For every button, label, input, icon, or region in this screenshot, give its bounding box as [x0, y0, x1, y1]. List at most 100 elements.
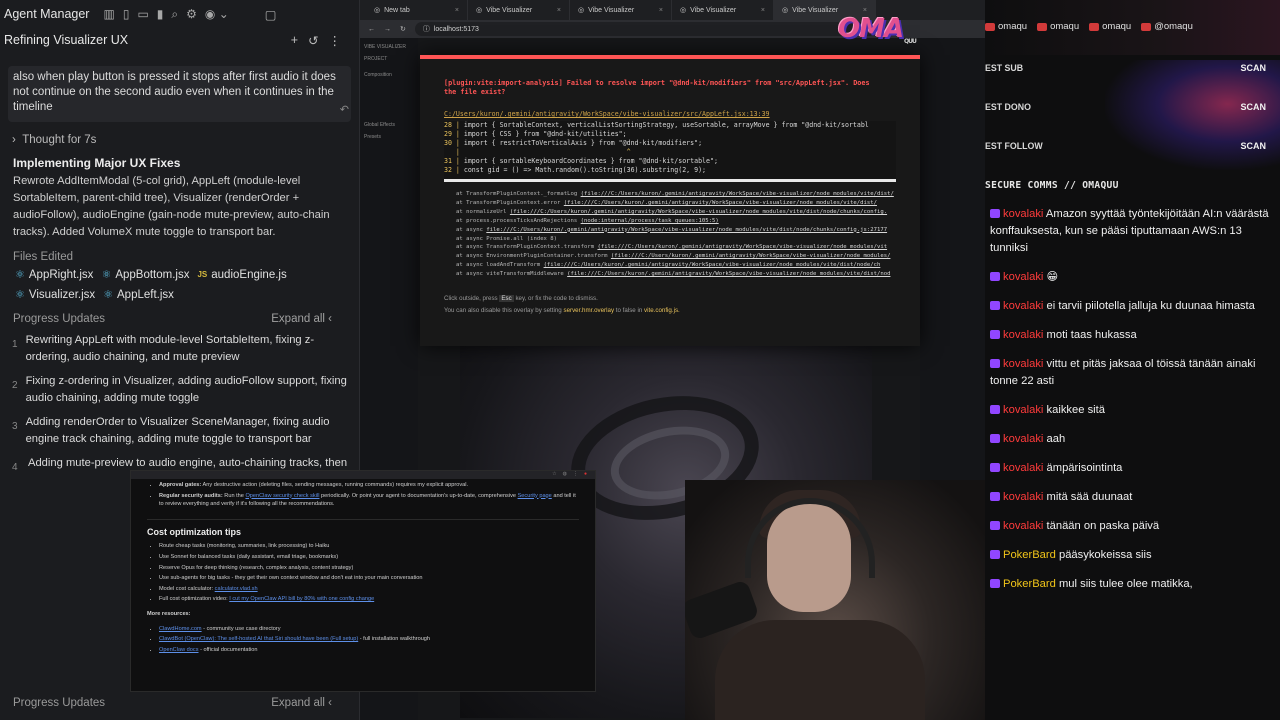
progress-item[interactable]: 2 Fixing z-ordering in Visualizer, adding… — [0, 366, 359, 407]
list-item: Approval gates: Any destructive action (… — [159, 481, 579, 490]
close-icon[interactable]: × — [557, 7, 561, 14]
more-icon[interactable]: ⋮ — [329, 33, 342, 48]
file-name: Visualizer.jsx — [28, 288, 96, 301]
esc-key: Esc — [499, 295, 514, 303]
twitch-badge-icon — [990, 209, 1000, 218]
channel-logo: OMA QUU — [838, 14, 918, 48]
twitch-badge-icon — [990, 359, 1000, 368]
progress-number: 1 — [12, 339, 18, 350]
close-icon[interactable]: × — [863, 7, 867, 14]
progress-header: Progress Updates Expand all ‹ — [0, 303, 345, 325]
stack-line: at async Promise.all (index 8) — [456, 235, 558, 242]
chat-message: kovalaki ämpärisointinta — [985, 454, 1280, 483]
file-chip[interactable]: ⚛ Visualizer.jsx — [15, 286, 95, 303]
chat-message: kovalaki ei tarvii piilotella jalluja ku… — [985, 292, 1280, 321]
chat-message: PokerBard pääsykokeissa siis — [985, 541, 1280, 570]
undo-icon[interactable]: ↶ — [340, 103, 349, 118]
social-handle: @omaqu — [1141, 21, 1193, 32]
chat-text: aah — [1046, 433, 1066, 445]
bottom-expand-all-button[interactable]: Expand all ‹ — [271, 697, 332, 717]
browser-tab[interactable]: ◎ New tab × — [366, 0, 468, 20]
layout-icon[interactable]: ▥ — [103, 7, 114, 22]
doc-link[interactable]: OpenClaw security check skill — [245, 493, 319, 499]
social-handle: omaqu — [1037, 21, 1079, 32]
error-code-frame: 28 | import { SortableContext, verticalL… — [444, 121, 896, 182]
tips-list: Route cheap tasks (monitoring, summaries… — [159, 542, 579, 604]
react-icon: ⚛ — [15, 289, 25, 301]
sidebar-presets[interactable]: Presets — [364, 134, 414, 140]
reload-icon[interactable]: ↻ — [400, 25, 406, 33]
close-icon[interactable]: ● — [584, 471, 587, 479]
close-icon[interactable]: × — [761, 7, 765, 14]
chat-username[interactable]: kovalaki — [1003, 462, 1043, 474]
browser-tab[interactable]: ◎ Vibe Visualizer × — [468, 0, 570, 20]
user-message: also when play button is pressed it stop… — [8, 66, 351, 122]
file-chip[interactable]: ⚛ AppLeft.jsx — [103, 286, 174, 303]
doc-link[interactable]: OpenClaw docs — [159, 647, 199, 653]
panel-right-icon[interactable]: ▮ — [157, 7, 164, 22]
panel-left-icon[interactable]: ▯ — [123, 7, 130, 22]
expand-all-button[interactable]: Expand all ‹ — [271, 313, 332, 325]
chat-text: moti taas hukassa — [1046, 329, 1137, 341]
chat-username[interactable]: kovalaki — [1003, 433, 1043, 445]
chat-username[interactable]: kovalaki — [1003, 329, 1043, 341]
chat-username[interactable]: kovalaki — [1003, 208, 1043, 220]
chat-username[interactable]: kovalaki — [1003, 491, 1043, 503]
chat-username[interactable]: PokerBard — [1003, 578, 1056, 590]
tab-label: New tab — [384, 6, 410, 14]
forward-icon[interactable]: → — [384, 26, 391, 33]
doc-link[interactable]: I cut my OpenClaw API bill by 80% with o… — [229, 596, 374, 602]
conversation-header: Refining Visualizer UX + ↺ ⋮ — [0, 28, 359, 52]
close-icon[interactable]: × — [455, 7, 459, 14]
code-line: 30 | import { restrictToVerticalAxis } f… — [444, 139, 703, 147]
progress-item[interactable]: 3 Adding renderOrder to Visualizer SceneM… — [0, 407, 359, 448]
sidebar-global-effects[interactable]: Global Effects — [364, 122, 414, 128]
chat-title: SECURE COMMS // OMAQUU — [985, 180, 1119, 191]
search-icon[interactable]: ⌕ — [171, 7, 178, 22]
back-icon[interactable]: ← — [368, 26, 375, 33]
thought-label: Thought for 7s — [22, 134, 97, 146]
tab-label: Vibe Visualizer — [486, 6, 533, 14]
add-icon[interactable]: + — [291, 33, 298, 48]
doc-link[interactable]: ClawdHome.com — [159, 626, 202, 632]
url-field[interactable]: ⓘ localhost:5173 — [414, 22, 885, 36]
browser-tab[interactable]: ◎ Vibe Visualizer × — [672, 0, 774, 20]
maximize-icon[interactable]: ▢ — [265, 7, 277, 22]
file-name: audioEngine.js — [211, 268, 287, 281]
list-item: Model cost calculator: calculator.vlad.s… — [159, 585, 579, 594]
chat-username[interactable]: PokerBard — [1003, 549, 1056, 561]
chat-username[interactable]: kovalaki — [1003, 358, 1043, 370]
chat-username[interactable]: kovalaki — [1003, 271, 1043, 283]
menu-icon[interactable]: ⋮ — [573, 471, 578, 479]
panel-bottom-icon[interactable]: ▭ — [137, 7, 148, 22]
progress-item[interactable]: 1 Rewriting AppLeft with module-level Sor… — [0, 325, 359, 366]
file-chip[interactable]: ⚛ AppBottom.jsx — [101, 266, 189, 283]
star-icon[interactable]: ☆ — [552, 471, 556, 479]
gear-icon[interactable]: ⚙ — [186, 7, 197, 22]
progress-label: Progress Updates — [13, 313, 106, 325]
stream-topbar: omaqu omaqu omaqu @omaqu — [985, 0, 1280, 55]
code-line: | ^ — [444, 148, 631, 156]
close-icon[interactable]: × — [659, 7, 663, 14]
chat-text: tänään on paska päivä — [1046, 520, 1160, 532]
chat-username[interactable]: kovalaki — [1003, 520, 1043, 532]
error-file-link[interactable]: C:/Users/kuron/.gemini/antigravity/WorkS… — [444, 110, 896, 119]
chat-message: kovalaki vittu et pitäs jaksaa ol töissä… — [985, 350, 1280, 396]
doc-link[interactable]: calculator.vlad.sh — [215, 586, 258, 592]
doc-link[interactable]: ClawdBot (OpenClaw): The self-hosted AI … — [159, 636, 358, 642]
file-chip[interactable]: ⚛ AppRight.jsx — [15, 266, 93, 283]
file-chip[interactable]: JS audioEngine.js — [197, 266, 286, 283]
doc-link[interactable]: Security page — [518, 493, 552, 499]
extension-icon[interactable]: ◍ — [563, 471, 567, 479]
chat-username[interactable]: kovalaki — [1003, 300, 1043, 312]
sidebar-composition[interactable]: Composition — [364, 72, 414, 78]
vite-error-overlay[interactable]: [plugin:vite:import-analysis] Failed to … — [420, 55, 920, 346]
account-icon[interactable]: ◉ ⌄ — [205, 7, 229, 22]
chat-username[interactable]: kovalaki — [1003, 404, 1043, 416]
thought-toggle[interactable]: › Thought for 7s — [0, 122, 359, 146]
document-popup[interactable]: ☆ ◍ ⋮ ● Approval gates: Any destructive … — [130, 470, 596, 692]
browser-tab[interactable]: ◎ Vibe Visualizer × — [570, 0, 672, 20]
sidebar-project[interactable]: PROJECT — [364, 56, 414, 62]
history-icon[interactable]: ↺ — [308, 33, 318, 48]
avatar-icon — [985, 22, 995, 31]
